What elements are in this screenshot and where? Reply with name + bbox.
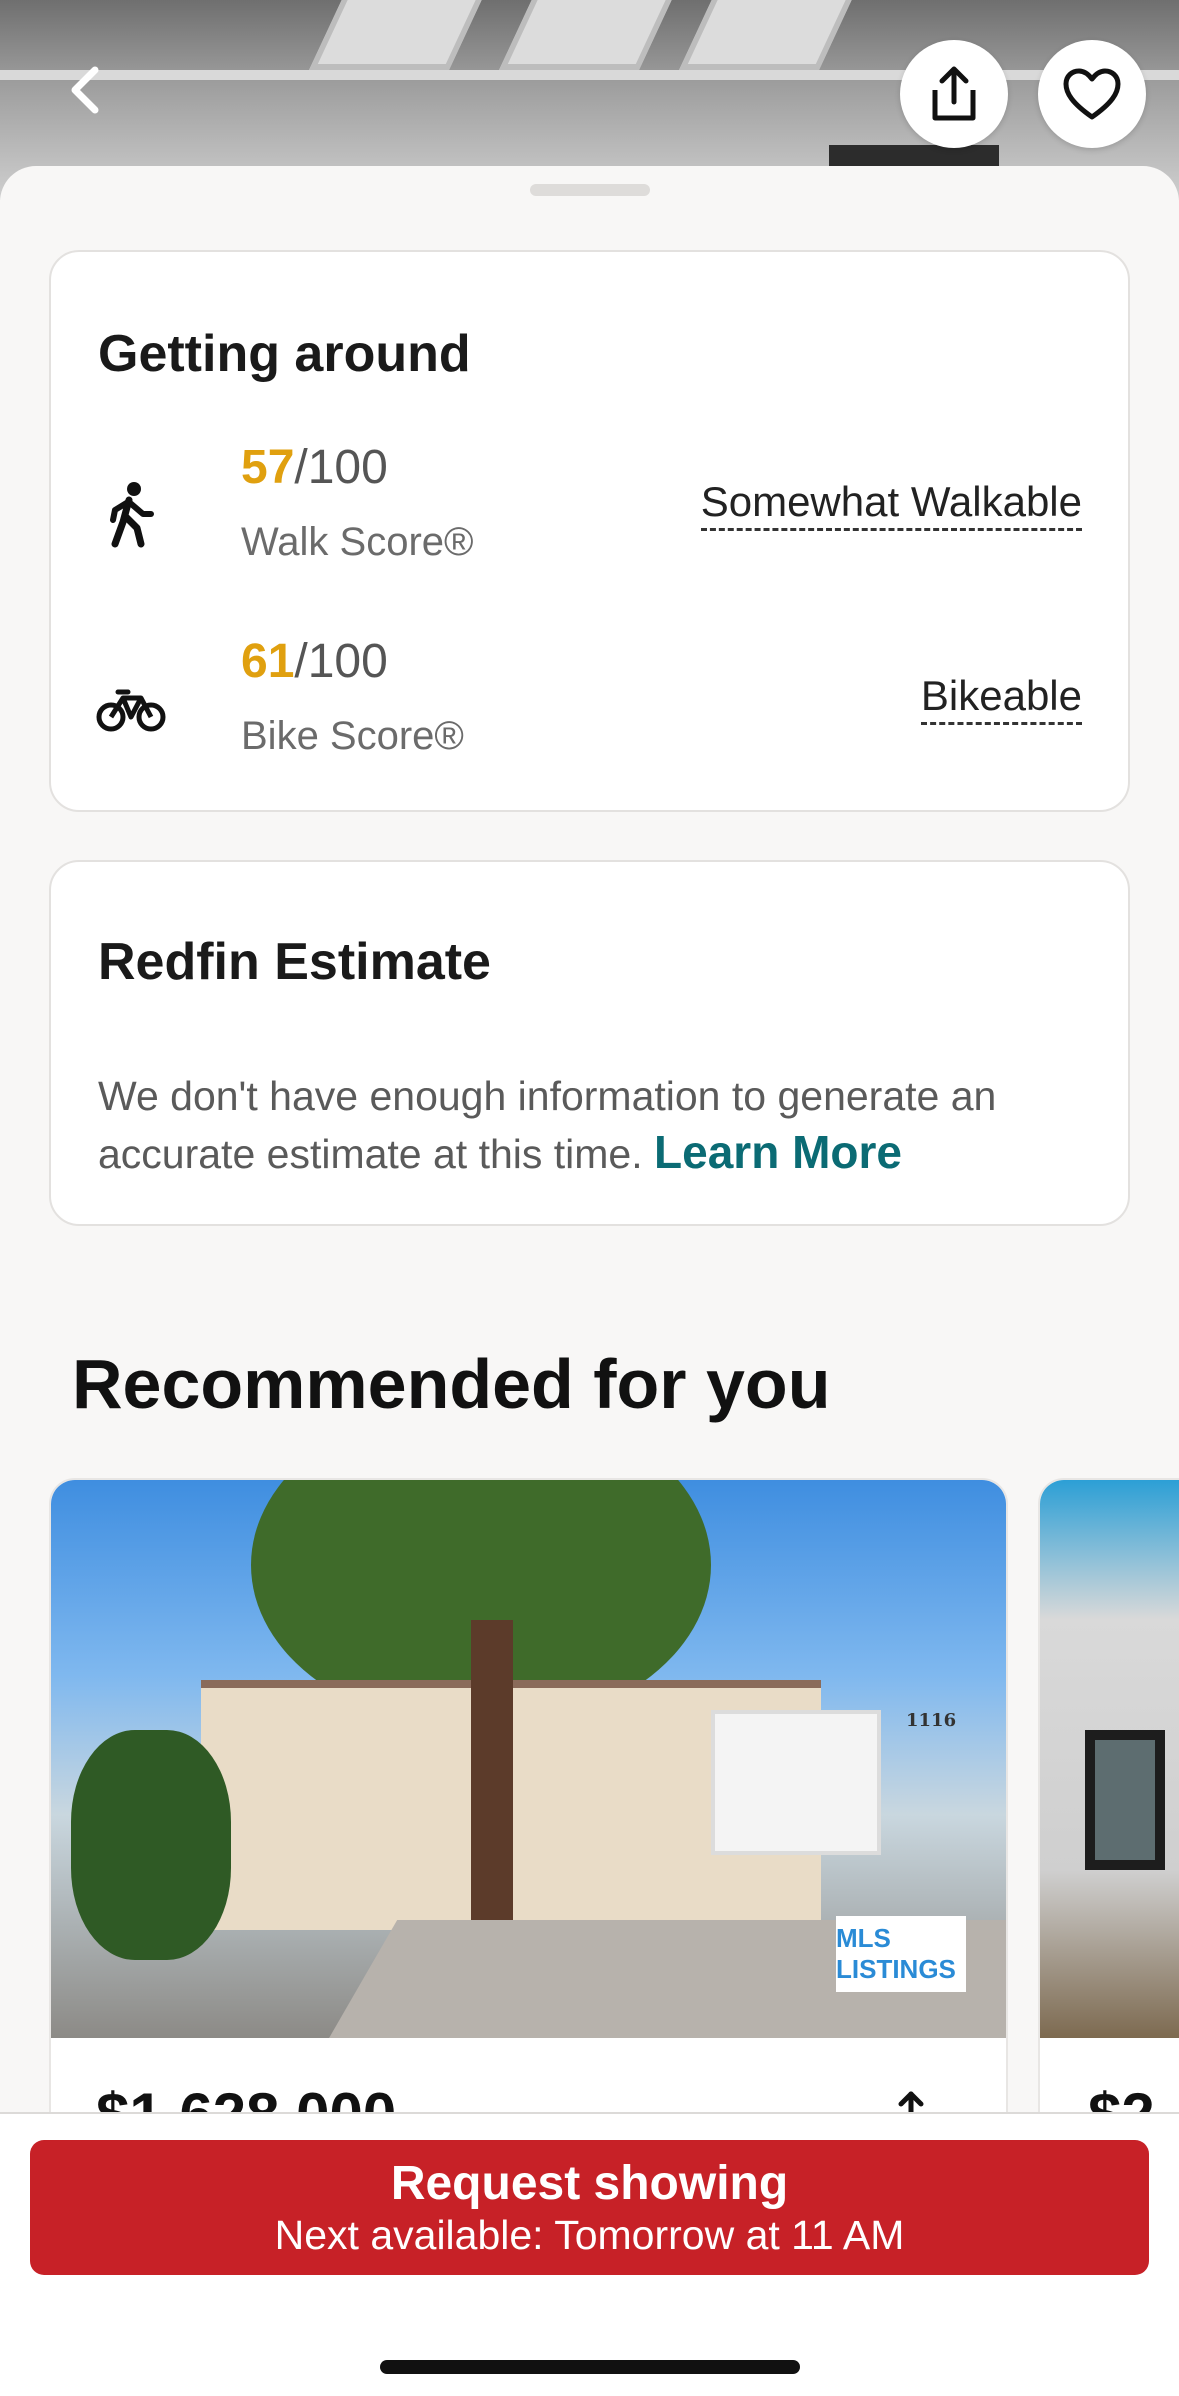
favorite-button[interactable]	[1038, 40, 1146, 148]
redfin-estimate-title: Redfin Estimate	[98, 933, 491, 991]
walk-score-label: Walk Score®	[241, 520, 474, 564]
photo-detail	[711, 1710, 881, 1855]
chevron-left-icon	[71, 66, 99, 114]
bike-score-value: 61/100	[241, 634, 388, 689]
listing-card[interactable]: $2	[1038, 1478, 1179, 2178]
photo-detail	[471, 1620, 513, 1970]
bike-score-max: /100	[294, 635, 388, 688]
sheet-handle[interactable]	[530, 184, 650, 196]
photo-detail	[1085, 1730, 1165, 1870]
walk-rating-link[interactable]: Somewhat Walkable	[700, 478, 1082, 531]
photo-detail	[71, 1730, 231, 1960]
next-available-label: Next available: Tomorrow at 11 AM	[274, 2212, 905, 2258]
photo-detail	[309, 0, 491, 70]
photo-detail	[679, 0, 861, 70]
heart-icon	[1063, 68, 1121, 120]
bike-score-row: 61/100 Bike Score® Bikeable	[51, 634, 1128, 774]
bike-icon	[96, 674, 166, 744]
walk-score-row: 57/100 Walk Score® Somewhat Walkable	[51, 440, 1128, 580]
walk-score-max: /100	[294, 441, 388, 494]
getting-around-title: Getting around	[98, 325, 471, 383]
listing-details-screen: { "getting_around": { "title": "Getting …	[0, 0, 1179, 2396]
walk-score-value: 57/100	[241, 440, 388, 495]
bike-score-number: 61	[241, 635, 295, 688]
learn-more-link[interactable]: Learn More	[654, 1126, 902, 1178]
home-indicator[interactable]	[380, 2360, 800, 2374]
mls-listings-logo: MLS LISTINGS	[836, 1916, 966, 1992]
listing-card[interactable]: 1116 MLS LISTINGS $1,628,000	[49, 1478, 1008, 2178]
recommended-title: Recommended for you	[72, 1345, 831, 1423]
bottom-action-bar: Request showing Next available: Tomorrow…	[0, 2112, 1179, 2396]
walk-icon	[96, 480, 166, 550]
listing-photo[interactable]: 1116 MLS LISTINGS	[51, 1480, 1006, 2038]
back-button[interactable]	[55, 60, 115, 120]
redfin-estimate-card: Redfin Estimate We don't have enough inf…	[49, 860, 1130, 1226]
bike-score-label: Bike Score®	[241, 714, 464, 758]
request-showing-label: Request showing	[390, 2157, 789, 2210]
bike-rating-link[interactable]: Bikeable	[920, 672, 1082, 725]
photo-detail	[499, 0, 681, 70]
share-icon	[932, 66, 976, 121]
estimate-message: We don't have enough information to gene…	[98, 1068, 1088, 1182]
walk-score-number: 57	[241, 441, 295, 494]
getting-around-card: Getting around 57/100 Walk Score® Somewh…	[49, 250, 1130, 812]
share-button[interactable]	[900, 40, 1008, 148]
request-showing-button[interactable]: Request showing Next available: Tomorrow…	[30, 2140, 1149, 2275]
house-number: 1116	[906, 1710, 957, 1731]
